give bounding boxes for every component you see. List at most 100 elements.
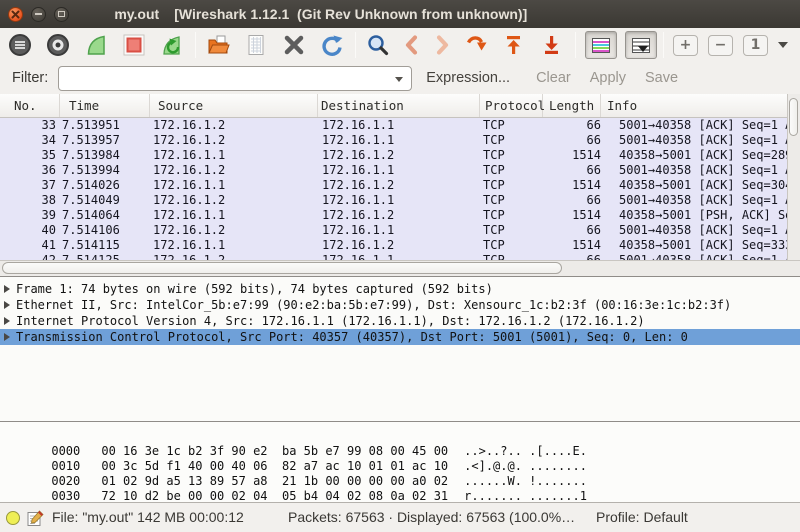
close-file-icon — [282, 33, 306, 57]
column-header-info[interactable]: Info — [601, 94, 800, 117]
hex-row[interactable]: 000000 16 3e 1c b2 3f 90 e2 ba 5b e7 99 … — [8, 430, 800, 445]
column-header-protocol[interactable]: Protocol — [480, 94, 543, 117]
capture-options-button[interactable] — [45, 32, 71, 59]
capture-options-icon — [46, 33, 70, 57]
packet-row[interactable]: 417.514115172.16.1.1172.16.1.2TCP1514403… — [0, 238, 787, 253]
toolbar-separator — [355, 32, 356, 58]
go-back-button[interactable] — [403, 32, 421, 59]
auto-scroll-toggle[interactable] — [625, 31, 657, 59]
detail-row-ethernet[interactable]: Ethernet II, Src: IntelCor_5b:e7:99 (90:… — [0, 297, 800, 313]
open-file-icon — [206, 33, 230, 57]
title-bar: my.out[Wireshark 1.12.1 (Git Rev Unknown… — [0, 0, 800, 28]
packet-row[interactable]: 407.514106172.16.1.2172.16.1.1TCP665001→… — [0, 223, 787, 238]
filter-input[interactable] — [63, 68, 383, 89]
capture-comment-icon[interactable] — [27, 510, 44, 527]
status-bar: File: "my.out" 142 MB 00:00:12 Packets: … — [0, 502, 800, 532]
close-file-button[interactable] — [281, 32, 307, 59]
find-button[interactable] — [365, 32, 391, 59]
colorize-packets-toggle[interactable] — [585, 31, 617, 59]
column-header-no[interactable]: No. — [0, 94, 60, 117]
expert-info-icon[interactable] — [6, 511, 20, 525]
go-to-bottom-button[interactable] — [539, 32, 565, 59]
packet-row[interactable]: 357.513984172.16.1.1172.16.1.2TCP1514403… — [0, 148, 787, 163]
column-header-time[interactable]: Time — [60, 94, 150, 117]
status-packet-counts: Packets: 67563 · Displayed: 67563 (100.0… — [288, 503, 575, 532]
interfaces-button[interactable] — [7, 32, 33, 59]
go-back-icon — [403, 33, 421, 57]
zoom-original-button[interactable]: 1 — [743, 35, 768, 56]
scrollbar-thumb[interactable] — [789, 98, 798, 136]
window-close-button[interactable] — [8, 7, 23, 22]
close-icon — [11, 10, 20, 19]
filter-combobox[interactable] — [58, 66, 412, 91]
filter-label: Filter: — [12, 70, 48, 86]
expander-icon[interactable] — [4, 317, 13, 325]
packet-row[interactable]: 387.514049172.16.1.2172.16.1.1TCP665001→… — [0, 193, 787, 208]
capture-start-button[interactable] — [83, 32, 109, 59]
save-file-button[interactable] — [243, 32, 269, 59]
capture-stop-button[interactable] — [121, 32, 147, 59]
column-header-length[interactable]: Length — [543, 94, 601, 117]
packet-row[interactable]: 397.514064172.16.1.1172.16.1.2TCP1514403… — [0, 208, 787, 223]
go-to-packet-button[interactable] — [463, 32, 489, 59]
packet-rows: 337.513951172.16.1.2172.16.1.1TCP665001→… — [0, 118, 787, 260]
clear-button[interactable]: Clear — [536, 70, 571, 86]
save-button[interactable]: Save — [645, 70, 678, 86]
interfaces-icon — [8, 33, 32, 57]
main-toolbar: + − 1 — [0, 28, 800, 62]
status-file-info: File: "my.out" 142 MB 00:00:12 — [52, 503, 244, 532]
go-to-bottom-icon — [540, 33, 564, 57]
packet-details-pane: Frame 1: 74 bytes on wire (592 bits), 74… — [0, 276, 800, 422]
detail-row-frame[interactable]: Frame 1: 74 bytes on wire (592 bits), 74… — [0, 281, 800, 297]
window-minimize-button[interactable] — [31, 7, 46, 22]
packet-list-pane: No. Time Source Destination Protocol Len… — [0, 94, 800, 276]
zoom-in-button[interactable]: + — [673, 35, 698, 56]
capture-start-icon — [84, 33, 108, 57]
capture-stop-icon — [122, 33, 146, 57]
packet-row[interactable]: 347.513957172.16.1.2172.16.1.1TCP665001→… — [0, 133, 787, 148]
expression-button[interactable]: Expression... — [426, 70, 510, 86]
expander-icon[interactable] — [4, 301, 13, 309]
go-to-top-button[interactable] — [501, 32, 527, 59]
expander-icon[interactable] — [4, 285, 13, 293]
detail-row-ip[interactable]: Internet Protocol Version 4, Src: 172.16… — [0, 313, 800, 329]
go-forward-icon — [433, 33, 451, 57]
filter-dropdown-chevron-icon[interactable] — [395, 77, 403, 82]
window-maximize-button[interactable] — [54, 7, 69, 22]
capture-restart-icon — [160, 33, 184, 57]
toolbar-overflow-chevron-icon[interactable] — [778, 42, 788, 48]
colorize-icon — [592, 38, 610, 53]
minimize-icon — [35, 13, 42, 15]
column-header-source[interactable]: Source — [150, 94, 318, 117]
detail-row-tcp-selected[interactable]: Transmission Control Protocol, Src Port:… — [0, 329, 800, 345]
capture-restart-button[interactable] — [159, 32, 185, 59]
packet-row[interactable]: 427.514125172.16.1.2172.16.1.1TCP665001→… — [0, 253, 787, 260]
open-file-button[interactable] — [205, 32, 231, 59]
zoom-out-button[interactable]: − — [708, 35, 733, 56]
go-forward-button[interactable] — [433, 32, 451, 59]
status-profile[interactable]: Profile: Default — [596, 503, 688, 532]
packet-list-vertical-scrollbar[interactable] — [787, 94, 800, 260]
column-header-destination[interactable]: Destination — [318, 94, 480, 117]
auto-scroll-icon — [632, 38, 650, 53]
reload-icon — [320, 33, 344, 57]
expander-icon[interactable] — [4, 333, 13, 341]
hex-dump-pane: 000000 16 3e 1c b2 3f 90 e2 ba 5b e7 99 … — [0, 422, 800, 502]
toolbar-separator — [663, 32, 664, 58]
packet-list-header: No. Time Source Destination Protocol Len… — [0, 94, 800, 118]
wireshark-window: my.out[Wireshark 1.12.1 (Git Rev Unknown… — [0, 0, 800, 532]
save-file-icon — [244, 33, 268, 57]
packet-row[interactable]: 377.514026172.16.1.1172.16.1.2TCP1514403… — [0, 178, 787, 193]
go-to-top-icon — [502, 33, 526, 57]
packet-row[interactable]: 337.513951172.16.1.2172.16.1.1TCP665001→… — [0, 118, 787, 133]
packet-row[interactable]: 367.513994172.16.1.2172.16.1.1TCP665001→… — [0, 163, 787, 178]
maximize-icon — [58, 11, 65, 17]
filter-bar: Filter: Expression... Clear Apply Save — [0, 62, 800, 94]
apply-button[interactable]: Apply — [590, 70, 626, 86]
scrollbar-thumb[interactable] — [2, 262, 562, 274]
go-to-packet-icon — [464, 33, 488, 57]
toolbar-separator — [575, 32, 576, 58]
reload-button[interactable] — [319, 32, 345, 59]
toolbar-separator — [195, 32, 196, 58]
packet-list-horizontal-scrollbar[interactable] — [0, 260, 800, 276]
